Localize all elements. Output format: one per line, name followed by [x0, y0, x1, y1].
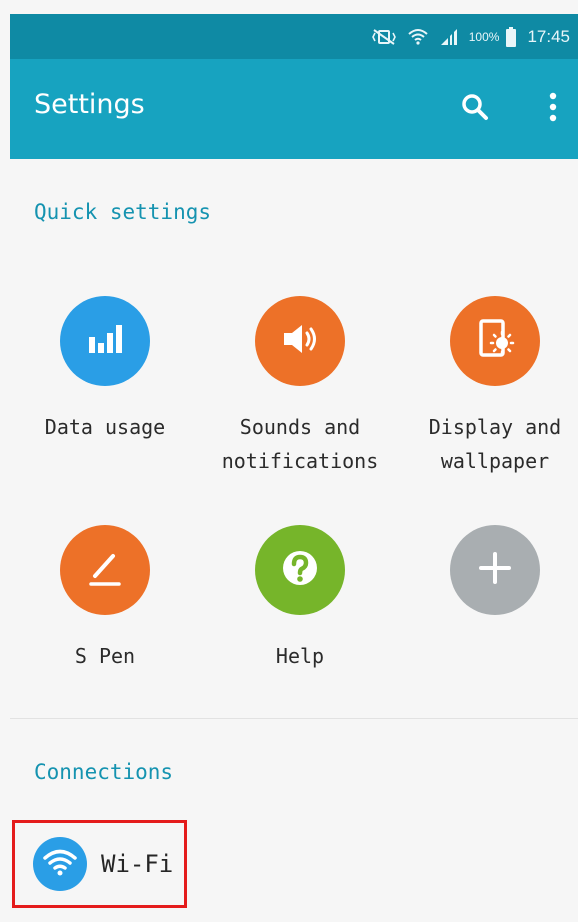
add-icon [473, 546, 517, 594]
app-bar: Settings [10, 59, 578, 159]
signal-icon [439, 28, 459, 46]
display-brightness-icon [473, 317, 517, 365]
battery-icon [505, 26, 517, 47]
quick-settings-title: Quick settings [34, 200, 212, 224]
section-divider [10, 718, 578, 719]
wifi-label: Wi-Fi [101, 850, 174, 878]
tile-data-usage[interactable]: Data usage [15, 296, 195, 444]
tile-label: Help [275, 644, 325, 668]
tile-icon-circle [255, 525, 345, 615]
more-options-button[interactable] [540, 91, 566, 127]
wifi-status-icon [407, 27, 429, 47]
battery-percentage: 100% [468, 29, 500, 44]
tile-add[interactable] [405, 525, 578, 615]
tile-label: Display and wallpaper [428, 415, 562, 473]
vibrate-mute-icon [371, 28, 397, 46]
tile-display-wallpaper[interactable]: Display and wallpaper [405, 296, 578, 478]
help-icon [278, 546, 322, 594]
connections-title: Connections [34, 760, 174, 784]
status-bar: 100% 17:45 [10, 14, 578, 59]
tile-label: S Pen [74, 644, 136, 668]
tile-icon-circle [450, 296, 540, 386]
tile-label: Data usage [44, 415, 166, 439]
search-button[interactable] [457, 91, 493, 127]
clock: 17:45 [527, 26, 570, 46]
speaker-icon [278, 321, 322, 361]
tile-help[interactable]: Help [210, 525, 390, 673]
wifi-icon [42, 846, 78, 882]
tile-label: Sounds and notifications [221, 415, 379, 473]
tile-sounds-notifications[interactable]: Sounds and notifications [210, 296, 390, 478]
tile-s-pen[interactable]: S Pen [15, 525, 195, 673]
pen-icon [83, 546, 127, 594]
page-title: Settings [34, 89, 145, 120]
bar-chart-icon [85, 321, 125, 361]
tile-icon-circle [60, 525, 150, 615]
tile-icon-circle [255, 296, 345, 386]
search-icon [460, 92, 490, 126]
wifi-icon-circle [33, 837, 87, 891]
tile-icon-circle [60, 296, 150, 386]
wifi-setting-item[interactable]: Wi-Fi [12, 820, 187, 908]
tile-icon-circle [450, 525, 540, 615]
more-vertical-icon [549, 92, 557, 126]
